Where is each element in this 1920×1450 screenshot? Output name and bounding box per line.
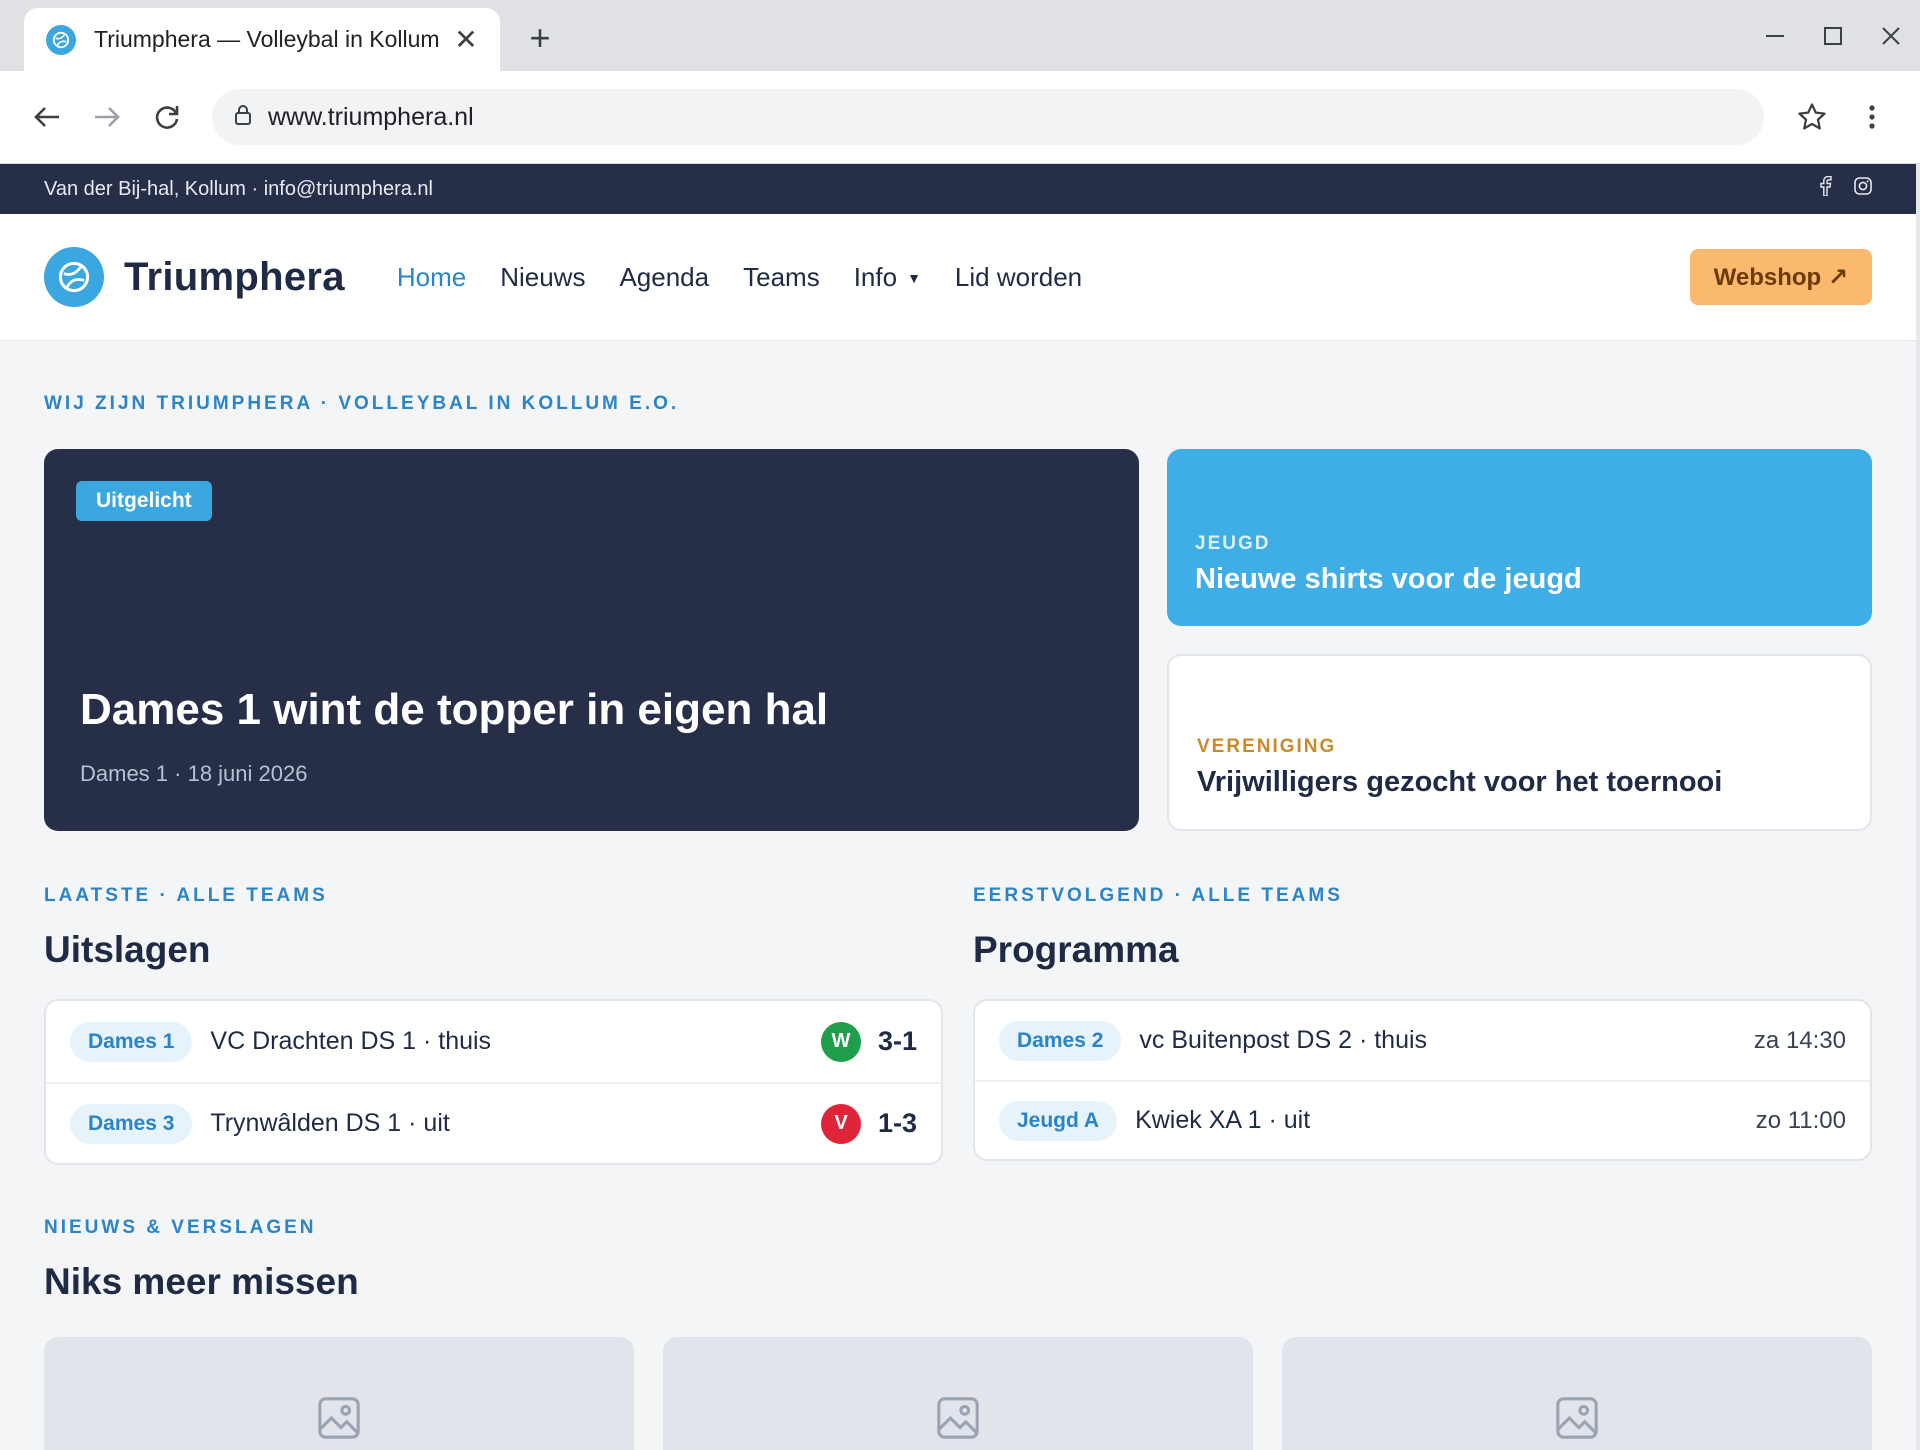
volleyball-logo-icon[interactable] (44, 247, 104, 307)
match-text: VC Drachten DS 1 · thuis (210, 1027, 492, 1055)
instagram-icon[interactable] (1854, 177, 1872, 201)
page-scroll-edge (1916, 164, 1920, 1450)
news-eyebrow: NIEUWS & VERSLAGEN (44, 1217, 317, 1238)
browser-menu-icon[interactable] (1842, 88, 1902, 146)
nav-lid-worden[interactable]: Lid worden (955, 262, 1082, 293)
article-category: JEUGD (1195, 533, 1271, 554)
minimize-icon[interactable] (1746, 0, 1804, 71)
nav-nieuws[interactable]: Nieuws (500, 262, 585, 293)
lock-icon[interactable] (234, 104, 252, 131)
news-card[interactable] (663, 1337, 1253, 1450)
side-article-card[interactable]: VERENIGING Vrijwilligers gezocht voor he… (1167, 654, 1872, 831)
results-section: LAATSTE · ALLE TEAMS Uitslagen Dames 1 V… (44, 885, 943, 1165)
result-row[interactable]: Dames 3 Trynwâlden DS 1 · uit V 1-3 (46, 1082, 941, 1163)
back-arrow-icon[interactable] (18, 88, 76, 146)
news-title: Niks meer missen (44, 1261, 359, 1302)
score: 3-1 (877, 1026, 917, 1056)
team-pill: Jeugd A (999, 1100, 1118, 1141)
url-text[interactable]: www.triumphera.nl (268, 103, 474, 132)
news-card[interactable] (44, 1337, 634, 1450)
social-links (1818, 175, 1872, 202)
nav-info-dropdown[interactable]: Info ▼ (854, 262, 921, 293)
win-badge: W (821, 1021, 861, 1062)
browser-toolbar: www.triumphera.nl (0, 71, 1920, 164)
featured-title: Dames 1 wint de topper in eigen hal (80, 685, 829, 734)
schedule-row[interactable]: Jeugd A Kwiek XA 1 · uit zo 11:00 (975, 1080, 1870, 1159)
match-text: Trynwâlden DS 1 · uit (210, 1109, 450, 1137)
team-pill: Dames 1 (70, 1021, 193, 1062)
site-logo-text[interactable]: Triumphera (124, 255, 345, 300)
page-viewport: Van der Bij-hal, Kollum · info@triumpher… (0, 164, 1916, 1450)
featured-row: Uitgelicht Dames 1 wint de topper in eig… (44, 449, 1872, 831)
results-schedule-row: LAATSTE · ALLE TEAMS Uitslagen Dames 1 V… (44, 885, 1872, 1165)
match-text: vc Buitenpost DS 2 · thuis (1139, 1026, 1428, 1054)
side-articles: JEUGD Nieuwe shirts voor de jeugd VERENI… (1167, 449, 1872, 831)
results-title: Uitslagen (44, 929, 211, 970)
results-list: Dames 1 VC Drachten DS 1 · thuis W 3-1 D… (44, 999, 943, 1165)
nav-info-label: Info (853, 261, 898, 292)
news-section: NIEUWS & VERSLAGEN Niks meer missen (44, 1217, 1872, 1450)
image-placeholder-icon (316, 1395, 362, 1450)
match-time: za 14:30 (1753, 1026, 1846, 1054)
webshop-button[interactable]: Webshop ↗ (1689, 249, 1872, 305)
schedule-list: Dames 2 vc Buitenpost DS 2 · thuis za 14… (973, 999, 1872, 1161)
schedule-section: EERSTVOLGEND · ALLE TEAMS Programma Dame… (973, 885, 1872, 1165)
close-tab-icon[interactable]: ✕ (450, 23, 482, 56)
site-header: Triumphera Home Nieuws Agenda Teams Info… (0, 214, 1916, 341)
tab-title: Triumphera — Volleybal in Kollum (94, 26, 440, 52)
result-row[interactable]: Dames 1 VC Drachten DS 1 · thuis W 3-1 (46, 1001, 941, 1082)
address-bar[interactable]: www.triumphera.nl (212, 89, 1764, 145)
match-text: Kwiek XA 1 · uit (1135, 1106, 1311, 1134)
schedule-title: Programma (973, 929, 1179, 970)
match-time: zo 11:00 (1755, 1106, 1846, 1134)
caret-down-icon: ▼ (907, 269, 921, 286)
article-category: VERENIGING (1197, 736, 1337, 757)
main-content: WIJ ZIJN TRIUMPHERA · VOLLEYBAL IN KOLLU… (0, 393, 1916, 1450)
featured-meta: Dames 1 · 18 juni 2026 (80, 761, 308, 786)
volleyball-favicon-icon (46, 24, 76, 55)
article-title: Vrijwilligers gezocht voor het toernooi (1197, 766, 1723, 798)
featured-badge: Uitgelicht (76, 481, 212, 521)
maximize-icon[interactable] (1804, 0, 1862, 71)
image-placeholder-icon (935, 1395, 981, 1450)
contact-text: Van der Bij-hal, Kollum · info@triumpher… (44, 177, 433, 200)
main-nav: Home Nieuws Agenda Teams Info ▼ Lid worde… (397, 262, 1082, 293)
news-grid (44, 1337, 1872, 1450)
image-placeholder-icon (1554, 1395, 1600, 1450)
facebook-icon[interactable] (1818, 175, 1832, 202)
featured-article-card[interactable]: Uitgelicht Dames 1 wint de topper in eig… (44, 449, 1139, 831)
browser-tab[interactable]: Triumphera — Volleybal in Kollum ✕ (24, 8, 500, 71)
webshop-label: Webshop ↗ (1713, 263, 1848, 291)
reload-icon[interactable] (138, 88, 196, 146)
results-eyebrow: LAATSTE · ALLE TEAMS (44, 885, 328, 906)
intro-eyebrow: WIJ ZIJN TRIUMPHERA · VOLLEYBAL IN KOLLU… (44, 393, 680, 414)
news-card[interactable] (1282, 1337, 1872, 1450)
nav-agenda[interactable]: Agenda (619, 262, 709, 293)
new-tab-icon[interactable]: + (520, 18, 560, 58)
side-article-card[interactable]: JEUGD Nieuwe shirts voor de jeugd (1167, 449, 1872, 626)
article-title: Nieuwe shirts voor de jeugd (1195, 563, 1582, 595)
team-pill: Dames 3 (70, 1103, 193, 1144)
bookmark-star-icon[interactable] (1782, 88, 1842, 146)
schedule-row[interactable]: Dames 2 vc Buitenpost DS 2 · thuis za 14… (975, 1001, 1870, 1080)
contact-topbar: Van der Bij-hal, Kollum · info@triumpher… (0, 164, 1916, 214)
browser-tab-strip: Triumphera — Volleybal in Kollum ✕ + (0, 0, 1920, 71)
window-controls (1746, 0, 1920, 71)
nav-home[interactable]: Home (397, 262, 466, 293)
schedule-eyebrow: EERSTVOLGEND · ALLE TEAMS (973, 885, 1343, 906)
team-pill: Dames 2 (999, 1020, 1122, 1061)
close-window-icon[interactable] (1862, 0, 1920, 71)
forward-arrow-icon[interactable] (78, 88, 136, 146)
nav-teams[interactable]: Teams (743, 262, 820, 293)
loss-badge: V (821, 1103, 861, 1144)
score: 1-3 (877, 1108, 917, 1138)
